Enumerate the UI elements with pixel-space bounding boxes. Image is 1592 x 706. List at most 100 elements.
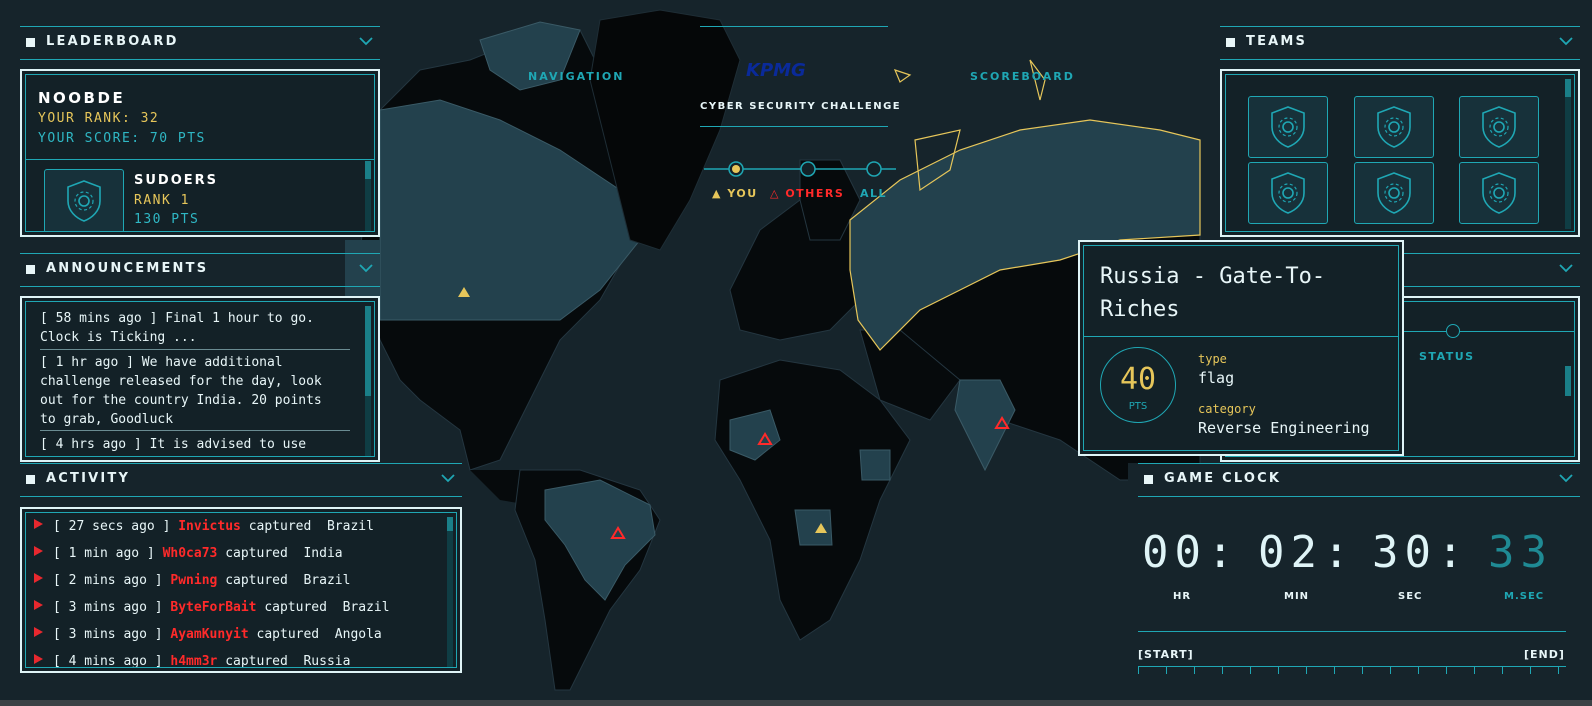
page-subtitle: CYBER SECURITY CHALLENGE xyxy=(700,101,902,112)
announcements-title: ANNOUNCEMENTS xyxy=(46,261,209,276)
user-rank: YOUR RANK: 32 xyxy=(38,111,160,126)
activity-panel: [ 27 secs ago ] Invictus captured Brazil… xyxy=(20,507,462,673)
teams-scrollbar-track[interactable] xyxy=(1565,79,1571,229)
arrow-right-icon xyxy=(34,627,43,637)
filter-others-knob xyxy=(800,161,816,177)
nav-scoreboard[interactable]: SCOREBOARD xyxy=(970,70,1075,83)
points-badge: 40 PTS xyxy=(1100,347,1176,423)
shield-gear-icon xyxy=(1482,172,1516,214)
clock-label-hr: HR xyxy=(1173,591,1192,602)
filter-all-knob xyxy=(866,161,882,177)
square-bullet-icon xyxy=(1144,475,1153,484)
announcements-scrollbar[interactable] xyxy=(365,306,371,396)
activity-row: [ 27 secs ago ] Invictus captured Brazil xyxy=(34,519,374,541)
filter-slider[interactable] xyxy=(704,158,896,180)
country-tooltip: Russia - Gate-To-Riches 40 PTS type flag… xyxy=(1078,240,1404,456)
chevron-down-icon[interactable] xyxy=(1558,33,1574,49)
teams-title: TEAMS xyxy=(1246,34,1308,49)
activity-scrollbar-track[interactable] xyxy=(447,517,453,667)
arrow-right-icon xyxy=(34,546,43,556)
clock-label-msec: M.SEC xyxy=(1504,591,1545,602)
team-tile[interactable] xyxy=(1248,162,1328,224)
shield-gear-icon xyxy=(1271,106,1305,148)
user-name: NOOBDE xyxy=(38,89,126,107)
announcement-item: [ 1 hr ago ] We have additional challeng… xyxy=(40,355,322,427)
game-clock-title: GAME CLOCK xyxy=(1164,471,1282,486)
arrow-right-icon xyxy=(34,600,43,610)
team-rank: RANK 1 xyxy=(134,193,190,208)
announcements-header[interactable]: ANNOUNCEMENTS xyxy=(20,253,380,287)
activity-row: [ 1 min ago ] Wh0ca73 captured India xyxy=(34,546,343,568)
timeline-start: [START] xyxy=(1138,648,1194,661)
arrow-right-icon xyxy=(34,519,43,529)
activity-row: [ 3 mins ago ] AyamKunyit captured Angol… xyxy=(34,627,382,649)
chevron-down-icon[interactable] xyxy=(1558,260,1574,276)
timeline-line xyxy=(1138,631,1566,632)
shield-gear-icon xyxy=(67,180,101,222)
leaderboard-title: LEADERBOARD xyxy=(46,34,179,49)
shield-gear-icon xyxy=(1482,106,1516,148)
teams-scrollbar[interactable] xyxy=(1565,79,1571,97)
team-tile[interactable] xyxy=(1248,96,1328,158)
status-label: STATUS xyxy=(1419,350,1475,363)
chevron-down-icon[interactable] xyxy=(1558,470,1574,486)
chevron-down-icon[interactable] xyxy=(358,260,374,276)
square-bullet-icon xyxy=(1226,38,1235,47)
leaderboard-scrollbar[interactable] xyxy=(365,161,371,179)
category-value: Reverse Engineering xyxy=(1198,419,1370,437)
activity-header[interactable]: ACTIVITY xyxy=(20,463,462,497)
announcement-item: [ 4 hrs ago ] It is advised to use xyxy=(40,437,307,452)
team-points: 130 PTS xyxy=(134,212,200,227)
team-tile[interactable] xyxy=(1459,162,1539,224)
tooltip-title: Russia - Gate-To-Riches xyxy=(1100,264,1326,322)
game-clock-header[interactable]: GAME CLOCK xyxy=(1138,463,1580,497)
square-bullet-icon xyxy=(26,265,35,274)
kpmg-logo: KPMG xyxy=(746,60,806,81)
header-line-top xyxy=(700,26,888,27)
clock-milliseconds: 33 xyxy=(1488,527,1553,578)
square-bullet-icon xyxy=(26,38,35,47)
shield-gear-icon xyxy=(1377,106,1411,148)
team-emblem xyxy=(44,169,124,231)
status-scrollbar[interactable] xyxy=(1565,366,1571,396)
header-line-bottom xyxy=(700,126,888,127)
others-triangle-icon: △ xyxy=(770,187,780,200)
activity-scrollbar[interactable] xyxy=(447,517,453,531)
teams-header[interactable]: TEAMS xyxy=(1220,26,1580,60)
activity-row: [ 2 mins ago ] Pwning captured Brazil xyxy=(34,573,350,595)
bottom-frame-bar xyxy=(0,700,1592,706)
teams-panel xyxy=(1220,69,1580,237)
clock-label-min: MIN xyxy=(1284,591,1310,602)
team-tile[interactable] xyxy=(1354,162,1434,224)
filter-others[interactable]: △ OTHERS xyxy=(770,187,844,200)
leaderboard-panel: NOOBDE YOUR RANK: 32 YOUR SCORE: 70 PTS … xyxy=(20,69,380,237)
arrow-right-icon xyxy=(34,573,43,583)
clock-hours: 00: xyxy=(1142,527,1240,578)
points-value: 40 xyxy=(1119,362,1157,397)
shield-gear-icon xyxy=(1271,172,1305,214)
chevron-down-icon[interactable] xyxy=(358,33,374,49)
filter-all[interactable]: ALL xyxy=(860,187,887,200)
chevron-down-icon[interactable] xyxy=(440,470,456,486)
clock-minutes: 02: xyxy=(1258,527,1356,578)
activity-title: ACTIVITY xyxy=(46,471,131,486)
type-value: flag xyxy=(1198,369,1235,387)
square-bullet-icon xyxy=(26,475,35,484)
activity-row: [ 4 mins ago ] h4mm3r captured Russia xyxy=(34,654,350,667)
nav-navigation[interactable]: NAVIGATION xyxy=(528,70,624,83)
activity-row: [ 3 mins ago ] ByteForBait captured Braz… xyxy=(34,600,390,622)
team-tile[interactable] xyxy=(1459,96,1539,158)
announcements-panel: [ 58 mins ago ] Final 1 hour to go. Cloc… xyxy=(20,296,380,462)
filter-you[interactable]: ▲ YOU xyxy=(712,187,758,200)
category-label: category xyxy=(1198,402,1256,416)
team-tile[interactable] xyxy=(1354,96,1434,158)
you-triangle-icon: ▲ xyxy=(712,187,722,200)
leaderboard-header[interactable]: LEADERBOARD xyxy=(20,26,380,60)
arrow-right-icon xyxy=(34,654,43,664)
clock-label-sec: SEC xyxy=(1398,591,1423,602)
user-score: YOUR SCORE: 70 PTS xyxy=(38,131,206,146)
timeline-end: [END] xyxy=(1524,648,1565,661)
map-angola xyxy=(794,509,833,546)
status-slider-knob[interactable] xyxy=(1446,324,1460,338)
team-name: SUDOERS xyxy=(134,173,219,188)
